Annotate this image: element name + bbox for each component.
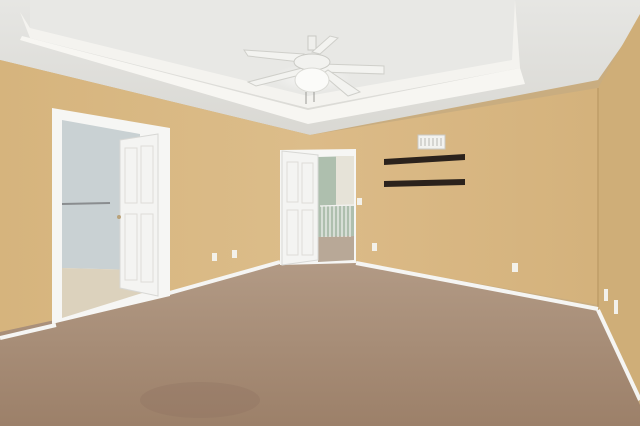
door-knob[interactable] (117, 215, 121, 219)
bathroom-door[interactable] (119, 133, 159, 297)
room-illustration (0, 0, 640, 426)
wall-outlet (372, 243, 377, 251)
wall-outlet (604, 289, 608, 301)
hallway-far-wall (336, 156, 354, 206)
wall-outlet (614, 300, 618, 314)
hallway-floor (318, 236, 354, 262)
bedroom-photo (0, 0, 640, 426)
towel-bar (61, 202, 111, 205)
wall-outlet (232, 250, 237, 258)
carpet-stain (140, 382, 260, 418)
light-switch[interactable] (357, 198, 362, 205)
wall-outlet (512, 263, 518, 272)
wall-outlet (212, 253, 217, 261)
